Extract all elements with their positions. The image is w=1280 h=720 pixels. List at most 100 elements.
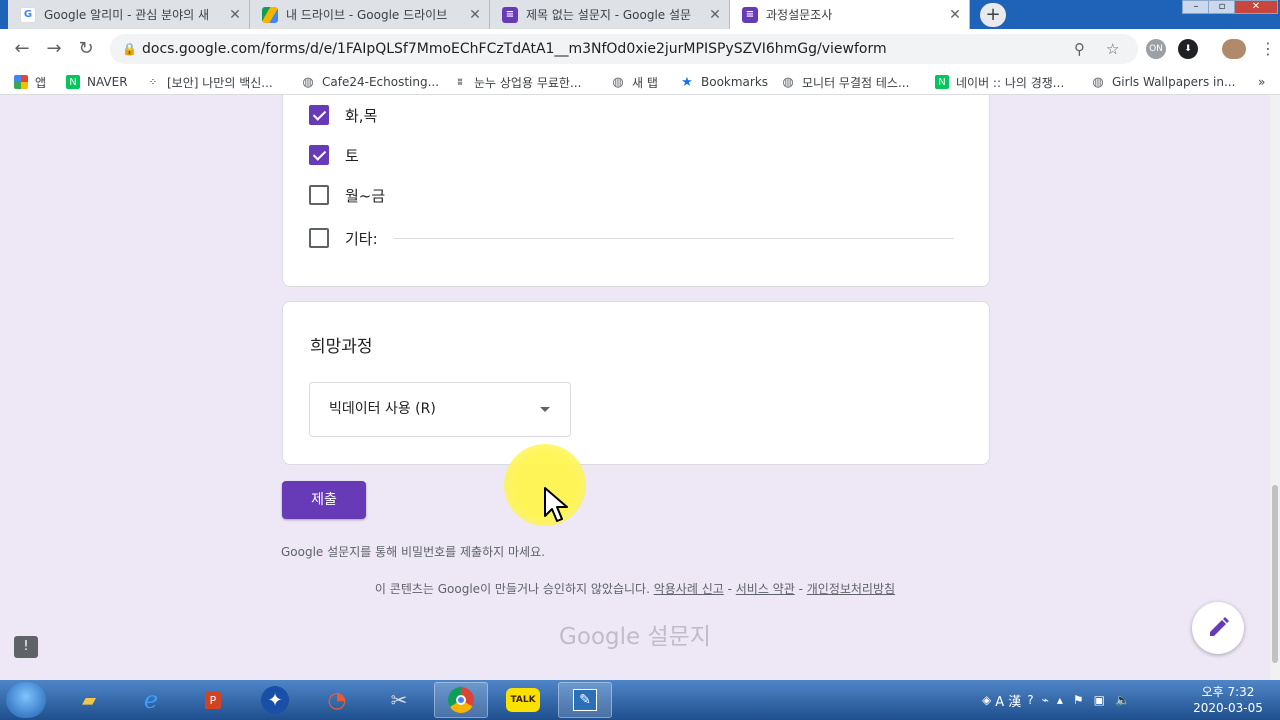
- kakaotalk-icon[interactable]: TALK: [496, 682, 550, 718]
- bookmark-monitor-test[interactable]: ◍ 모니터 무결점 테스...: [781, 73, 909, 91]
- action-center-flag-icon[interactable]: ⚑: [1073, 693, 1084, 707]
- kakaotalk-label: TALK: [506, 688, 540, 712]
- extension-icon[interactable]: ON: [1146, 39, 1166, 59]
- terms-link[interactable]: 서비스 약관: [736, 582, 795, 596]
- option-label: 토: [345, 146, 359, 165]
- apps-icon: [14, 75, 28, 89]
- help-icon[interactable]: ?: [1027, 693, 1033, 707]
- forward-icon[interactable]: →: [42, 37, 66, 61]
- bookmark-label: 앱: [35, 75, 47, 90]
- dropdown-question-card: 희망과정 빅데이터 사용 (R): [282, 301, 990, 465]
- close-window-button[interactable]: ✕: [1234, 0, 1278, 14]
- address-bar[interactable]: 🔒 docs.google.com/forms/d/e/1FAIpQLSf7Mm…: [110, 34, 1138, 64]
- language-icon[interactable]: ◈: [982, 693, 991, 707]
- snipping-tool-icon[interactable]: ✂: [372, 682, 426, 718]
- powerpoint-icon[interactable]: P: [186, 682, 240, 718]
- feedback-icon[interactable]: !: [14, 636, 38, 658]
- minimize-window-button[interactable]: –: [1182, 0, 1210, 14]
- internet-explorer-icon[interactable]: e: [124, 682, 178, 718]
- menu-dots-icon[interactable]: ⋮: [1256, 37, 1280, 61]
- dots-icon: ⁘: [148, 76, 158, 88]
- bookmark-naver-blog[interactable]: N 네이버 :: 나의 경쟁...: [935, 73, 1064, 91]
- bookmark-label: Bookmarks: [701, 75, 769, 89]
- maximize-window-button[interactable]: ▫: [1208, 0, 1236, 14]
- globe-icon: ◍: [612, 74, 624, 90]
- tab-untitled-form[interactable]: ≡ 제목 없는 설문지 - Google 설문 ✕: [490, 0, 730, 29]
- form-page: 화,목 토 월~금 기타: 희망과정 빅데이터 사용 (R) 제출 Google…: [0, 95, 1280, 680]
- taskbar-clock[interactable]: 오후 7:32 2020-03-05: [1192, 684, 1264, 716]
- bookmark-wallpapers[interactable]: ◍ Girls Wallpapers in...: [1091, 73, 1235, 91]
- app-swirl-icon[interactable]: ◔: [310, 682, 364, 718]
- course-dropdown[interactable]: 빅데이터 사용 (R): [309, 382, 571, 437]
- bookmark-label: 네이버 :: 나의 경쟁...: [956, 75, 1065, 90]
- checkbox-unchecked[interactable]: [309, 228, 329, 248]
- file-explorer-icon[interactable]: ▰: [62, 682, 116, 718]
- bookmark-label: Cafe24-Echosting...: [322, 75, 440, 89]
- bookmark-new-tab[interactable]: ◍ 새 탭: [611, 73, 658, 91]
- bookmark-noonnu[interactable]: ʬ 눈누 상업용 무료한...: [453, 73, 581, 91]
- page-scrollbar[interactable]: [1270, 95, 1280, 680]
- app-runner-icon[interactable]: ✦: [248, 682, 302, 718]
- bookmark-label: [보안] 나만의 백신...: [167, 75, 273, 90]
- bookmark-star-icon[interactable]: ☆: [1106, 34, 1119, 64]
- clock-date: 2020-03-05: [1193, 701, 1263, 715]
- checkbox-question-card: 화,목 토 월~금 기타:: [282, 95, 990, 287]
- chrome-icon[interactable]: [434, 682, 488, 718]
- checkbox-checked[interactable]: [309, 105, 329, 125]
- google-icon: G: [20, 6, 36, 23]
- start-button[interactable]: [6, 682, 46, 718]
- system-tray: ◈ A 漢 ? ⌁ ▴ ⚑ ▣ 🔈: [982, 680, 1130, 720]
- new-tab-button[interactable]: +: [980, 3, 1006, 27]
- checkbox-option[interactable]: 화,목: [309, 103, 377, 127]
- forms-icon: ≡: [742, 6, 758, 23]
- bookmarks-overflow-icon[interactable]: »: [1258, 73, 1265, 91]
- submit-button[interactable]: 제출: [282, 481, 366, 519]
- show-hidden-icons-icon[interactable]: ▴: [1057, 693, 1063, 707]
- reload-icon[interactable]: ↻: [74, 37, 98, 61]
- tab-title: 제목 없는 설문지 - Google 설문: [526, 8, 692, 22]
- bookmark-naver[interactable]: N NAVER: [66, 73, 128, 91]
- scrollbar-thumb[interactable]: [1272, 485, 1278, 663]
- other-text-input[interactable]: [394, 238, 954, 239]
- notepad-app-icon[interactable]: ✎: [558, 682, 612, 718]
- bookmark-vaccine[interactable]: ⁘ [보안] 나만의 백신...: [146, 73, 273, 91]
- report-abuse-link[interactable]: 악용사례 신고: [654, 582, 724, 596]
- privacy-link[interactable]: 개인정보처리방침: [807, 582, 895, 596]
- bookmark-bookmarks[interactable]: ★ Bookmarks: [680, 73, 768, 91]
- ime-indicator[interactable]: A 漢: [995, 691, 1021, 710]
- browser-tab-strip: G Google 알리미 - 관심 분야의 새 ✕ 내 드라이브 - Googl…: [0, 0, 1280, 29]
- windows-taskbar: ▰ e P ✦ ◔ ✂ TALK ✎ ◈ A 漢 ? ⌁ ▴ ⚑ ▣ 🔈 오후 …: [0, 680, 1280, 720]
- close-tab-icon[interactable]: ✕: [945, 7, 965, 23]
- ime-tools-icon[interactable]: ⌁: [1042, 693, 1049, 707]
- bookmark-apps[interactable]: 앱: [14, 73, 46, 91]
- option-label: 월~금: [345, 186, 386, 205]
- close-tab-icon[interactable]: ✕: [225, 7, 245, 23]
- close-tab-icon[interactable]: ✕: [465, 7, 485, 23]
- profile-avatar[interactable]: [1222, 39, 1246, 59]
- bookmark-cafe24[interactable]: ◍ Cafe24-Echosting...: [301, 73, 439, 91]
- checkbox-checked[interactable]: [309, 145, 329, 165]
- naver-icon: N: [935, 75, 949, 89]
- back-icon[interactable]: ←: [10, 37, 34, 61]
- forms-icon: ≡: [502, 6, 518, 23]
- password-warning: Google 설문지를 통해 비밀번호를 제출하지 마세요.: [281, 545, 545, 559]
- volume-icon[interactable]: 🔈: [1115, 693, 1130, 707]
- star-icon: ★: [681, 74, 693, 90]
- checkbox-option-other[interactable]: 기타:: [309, 226, 378, 250]
- tab-google-drive[interactable]: 내 드라이브 - Google 드라이브 ✕: [250, 0, 490, 29]
- checkbox-unchecked[interactable]: [309, 185, 329, 205]
- checkbox-option[interactable]: 토: [309, 143, 359, 167]
- bookmark-label: 눈누 상업용 무료한...: [474, 75, 582, 90]
- close-tab-icon[interactable]: ✕: [705, 7, 725, 23]
- zoom-icon[interactable]: ⚲: [1074, 34, 1085, 64]
- edit-response-button[interactable]: [1192, 602, 1244, 654]
- tab-google-alerts[interactable]: G Google 알리미 - 관심 분야의 새 ✕: [8, 0, 250, 29]
- globe-icon: ◍: [782, 74, 794, 90]
- bookmark-label: NAVER: [87, 75, 128, 89]
- tab-course-survey[interactable]: ≡ 과정설문조사 ✕: [730, 0, 970, 29]
- checkbox-option[interactable]: 월~금: [309, 183, 385, 207]
- tab-title: 내 드라이브 - Google 드라이브: [286, 8, 448, 22]
- network-icon[interactable]: ▣: [1094, 693, 1105, 707]
- chevron-down-icon: [540, 407, 550, 412]
- download-extension-icon[interactable]: ⬇: [1178, 39, 1198, 59]
